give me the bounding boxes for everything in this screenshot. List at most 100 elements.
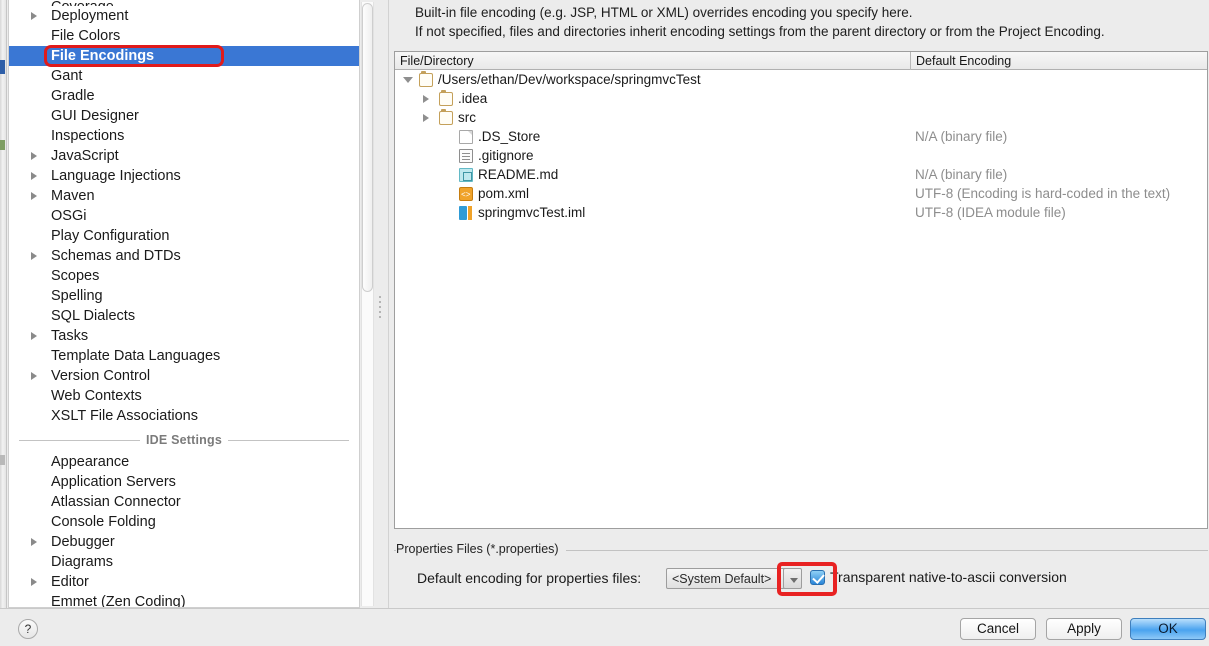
- sidebar-item-tasks[interactable]: Tasks: [9, 326, 359, 346]
- sidebar-item-play-configuration[interactable]: Play Configuration: [9, 226, 359, 246]
- sidebar-item-web-contexts[interactable]: Web Contexts: [9, 386, 359, 406]
- table-row[interactable]: README.md N/A (binary file): [395, 165, 1207, 184]
- properties-encoding-select[interactable]: <System Default>: [666, 568, 786, 589]
- sidebar-item-label: Scopes: [51, 268, 100, 284]
- collapse-arrow-icon[interactable]: [403, 77, 413, 87]
- panel-splitter[interactable]: [375, 0, 387, 608]
- file-encoding-value[interactable]: N/A (binary file): [915, 165, 1007, 184]
- column-header-file-directory[interactable]: File/Directory: [395, 52, 910, 70]
- sidebar-item-schemas-and-dtds[interactable]: Schemas and DTDs: [9, 246, 359, 266]
- sidebar-item-file-colors[interactable]: File Colors: [9, 26, 359, 46]
- folder-icon: [419, 71, 433, 87]
- sidebar-item-label: Maven: [51, 188, 95, 204]
- expand-arrow-icon[interactable]: [31, 538, 37, 546]
- sidebar-item-javascript[interactable]: JavaScript: [9, 146, 359, 166]
- sidebar-item-label: Web Contexts: [51, 388, 142, 404]
- expand-arrow-icon[interactable]: [423, 114, 429, 122]
- sidebar-item-gant[interactable]: Gant: [9, 66, 359, 86]
- sidebar-item-debugger[interactable]: Debugger: [9, 532, 359, 552]
- sidebar-item-application-servers[interactable]: Application Servers: [9, 472, 359, 492]
- sidebar-item-inspections[interactable]: Inspections: [9, 126, 359, 146]
- sidebar-item-label: Editor: [51, 574, 89, 590]
- sidebar-item-label: File Colors: [51, 28, 121, 44]
- sidebar-item-xslt-file-associations[interactable]: XSLT File Associations: [9, 406, 359, 426]
- markdown-file-icon: [459, 168, 473, 182]
- sidebar-item-maven[interactable]: Maven: [9, 186, 359, 206]
- expand-arrow-icon[interactable]: [423, 95, 429, 103]
- description-line-1: Built-in file encoding (e.g. JSP, HTML o…: [415, 5, 913, 20]
- sidebar-item-editor[interactable]: Editor: [9, 572, 359, 592]
- sidebar-scrollbar-thumb[interactable]: [362, 3, 373, 292]
- cancel-button[interactable]: Cancel: [960, 618, 1036, 640]
- sidebar-item-label: Gradle: [51, 88, 95, 104]
- expand-arrow-icon[interactable]: [31, 192, 37, 200]
- sidebar-item-console-folding[interactable]: Console Folding: [9, 512, 359, 532]
- sidebar-item-label: Language Injections: [51, 168, 181, 184]
- sidebar-item-osgi[interactable]: OSGi: [9, 206, 359, 226]
- file-name: src: [458, 110, 476, 125]
- sidebar-item-label: Debugger: [51, 534, 115, 550]
- table-row[interactable]: /Users/ethan/Dev/workspace/springmvcTest: [395, 70, 1207, 89]
- sidebar-item-emmet-zen-coding[interactable]: Emmet (Zen Coding): [9, 592, 359, 607]
- expand-arrow-icon[interactable]: [31, 252, 37, 260]
- sidebar-item-label: Atlassian Connector: [51, 494, 181, 510]
- main-panel: Built-in file encoding (e.g. JSP, HTML o…: [388, 0, 1209, 608]
- sidebar-project-section: CoverageDeploymentFile ColorsFile Encodi…: [9, 0, 359, 426]
- help-button[interactable]: ?: [18, 619, 38, 639]
- folder-icon: [439, 90, 453, 106]
- splitter-grip-icon: [379, 296, 382, 322]
- sidebar-item-appearance[interactable]: Appearance: [9, 452, 359, 472]
- sidebar-item-atlassian-connector[interactable]: Atlassian Connector: [9, 492, 359, 512]
- column-header-default-encoding[interactable]: Default Encoding: [910, 52, 1208, 70]
- sidebar-item-diagrams[interactable]: Diagrams: [9, 552, 359, 572]
- sidebar-item-gui-designer[interactable]: GUI Designer: [9, 106, 359, 126]
- sidebar-group-separator: IDE Settings: [19, 429, 349, 451]
- table-row[interactable]: springmvcTest.iml UTF-8 (IDEA module file…: [395, 203, 1207, 222]
- sidebar-item-template-data-languages[interactable]: Template Data Languages: [9, 346, 359, 366]
- expand-arrow-icon[interactable]: [31, 12, 37, 20]
- file-name: springmvcTest.iml: [478, 205, 586, 220]
- sidebar-item-label: Console Folding: [51, 514, 156, 530]
- table-body: /Users/ethan/Dev/workspace/springmvcTest…: [395, 70, 1207, 222]
- table-row[interactable]: .gitignore: [395, 146, 1207, 165]
- sidebar-item-label: Spelling: [51, 288, 103, 304]
- table-row[interactable]: pom.xml UTF-8 (Encoding is hard-coded in …: [395, 184, 1207, 205]
- settings-sidebar[interactable]: CoverageDeploymentFile ColorsFile Encodi…: [8, 0, 360, 608]
- file-encoding-value[interactable]: N/A (binary file): [915, 127, 1007, 146]
- table-row[interactable]: .DS_Store N/A (binary file): [395, 127, 1207, 146]
- sidebar-item-gradle[interactable]: Gradle: [9, 86, 359, 106]
- file-name: pom.xml: [478, 186, 530, 201]
- apply-button[interactable]: Apply: [1046, 618, 1122, 640]
- chevron-down-icon[interactable]: [783, 568, 802, 589]
- expand-arrow-icon[interactable]: [31, 332, 37, 340]
- edge-marker-blue: [0, 60, 5, 74]
- transparent-native-to-ascii-checkbox[interactable]: [810, 570, 825, 585]
- edge-marker-grey: [0, 455, 5, 465]
- sidebar-item-language-injections[interactable]: Language Injections: [9, 166, 359, 186]
- encodings-table[interactable]: File/Directory Default Encoding /Users/e…: [394, 51, 1208, 529]
- ok-button[interactable]: OK: [1130, 618, 1206, 640]
- file-encoding-value[interactable]: UTF-8 (IDEA module file): [915, 203, 1066, 222]
- sidebar-item-label: Appearance: [51, 454, 130, 470]
- sidebar-item-label: Tasks: [51, 328, 89, 344]
- sidebar-item-scopes[interactable]: Scopes: [9, 266, 359, 286]
- expand-arrow-icon[interactable]: [31, 172, 37, 180]
- expand-arrow-icon[interactable]: [31, 152, 37, 160]
- file-encoding-value[interactable]: UTF-8 (Encoding is hard-coded in the tex…: [915, 184, 1170, 203]
- sidebar-item-file-encodings[interactable]: File Encodings: [9, 46, 359, 66]
- sidebar-item-deployment[interactable]: Deployment: [9, 6, 359, 26]
- table-row[interactable]: src: [395, 108, 1207, 127]
- expand-arrow-icon[interactable]: [31, 372, 37, 380]
- expand-arrow-icon[interactable]: [31, 578, 37, 586]
- sidebar-item-label: Play Configuration: [51, 228, 170, 244]
- sidebar-item-spelling[interactable]: Spelling: [9, 286, 359, 306]
- sidebar-item-label: JavaScript: [51, 148, 119, 164]
- settings-dialog: CoverageDeploymentFile ColorsFile Encodi…: [0, 0, 1209, 646]
- window-left-edge: [0, 0, 7, 646]
- table-row[interactable]: .idea: [395, 89, 1207, 108]
- sidebar-item-version-control[interactable]: Version Control: [9, 366, 359, 386]
- description-text: Built-in file encoding (e.g. JSP, HTML o…: [415, 3, 1195, 41]
- sidebar-item-label: Gant: [51, 68, 83, 84]
- module-file-icon: [459, 206, 473, 220]
- sidebar-item-sql-dialects[interactable]: SQL Dialects: [9, 306, 359, 326]
